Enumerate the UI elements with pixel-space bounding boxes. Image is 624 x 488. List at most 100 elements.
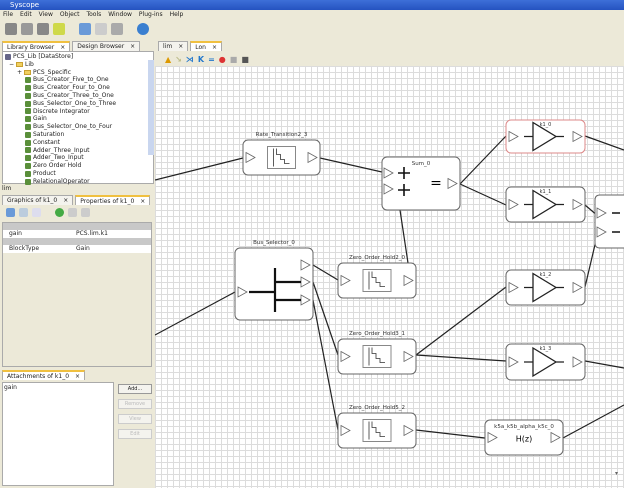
connection[interactable] [319,157,383,173]
block-z2[interactable]: Zero_Order_Hold2_0 [337,255,417,299]
left-tabs: Library Browser × Design Browser × [2,41,141,51]
connection[interactable] [415,286,507,356]
connection[interactable] [312,264,339,281]
add-button[interactable]: Add... [118,384,152,394]
menu-file[interactable]: File [3,10,13,20]
scroll-down-icon[interactable]: ▾ [615,470,618,477]
advanced-icon[interactable] [32,208,41,217]
equal-icon[interactable]: = [208,55,215,64]
tab-lim[interactable]: lim × [158,41,189,51]
block-k1[interactable]: k1_1 [505,186,586,223]
tree-folder[interactable]: + PCS_Specific [5,69,151,77]
tree-item[interactable]: RelationalOperator [5,178,151,186]
block-rt[interactable]: Rate_Transition2_3 [242,132,321,176]
block-sum[interactable]: Sum_0 = [381,156,461,211]
remove-button[interactable]: Remove [118,399,152,409]
categories-icon[interactable] [19,208,28,217]
menu-window[interactable]: Window [108,10,132,20]
close-icon[interactable]: × [212,44,217,51]
block-z5[interactable]: Zero_Order_Hold5_2 [337,405,417,449]
close-icon[interactable]: × [75,373,80,380]
copy-icon[interactable] [95,23,107,35]
menu-object[interactable]: Object [60,10,80,20]
close-icon[interactable]: × [130,43,135,50]
tree-item[interactable]: Constant [5,139,151,147]
tree-item[interactable]: Bus_Selector_One_to_Three [5,100,151,108]
save-icon[interactable] [37,23,49,35]
help-icon[interactable] [137,23,149,35]
connection[interactable] [584,360,624,369]
menu-view[interactable]: View [39,10,53,20]
connection[interactable] [155,291,236,336]
collapse-left-icon[interactable]: K [198,55,204,64]
property-row[interactable]: BlockType Gain [3,245,151,253]
close-icon[interactable]: × [140,198,145,205]
block-partial[interactable] [594,194,624,249]
tree-lib[interactable]: − Lib [5,61,151,69]
paste-icon[interactable] [111,23,123,35]
block-k2[interactable]: k1_2 [505,269,586,306]
connection[interactable] [155,157,244,181]
close-icon[interactable]: × [60,44,65,51]
tree-item[interactable]: Product [5,170,151,178]
diagram-canvas[interactable]: Rate_Transition2_3 Sum_0 = k1_0 k1_1 k1_2 k1_3… [155,66,624,488]
block-k3[interactable]: k1_3 [505,343,586,381]
block-icon[interactable]: ■ [241,55,249,64]
grid-icon[interactable]: ■ [230,55,238,64]
tab-design-browser[interactable]: Design Browser × [72,41,141,51]
collapse-right-icon[interactable]: ⋊ [186,55,194,64]
tab-library-browser[interactable]: Library Browser × [2,41,71,51]
equals-sign: = [430,176,442,192]
tree-label: Adder_Three_Input [33,146,90,154]
tab-lon[interactable]: Lon × [190,41,222,51]
connection[interactable] [459,183,507,206]
block-tf[interactable]: k5a_k5b_alpha_k5c_0 H(z) [484,419,564,456]
tab-graphics[interactable]: Graphics of k1_0 × [2,195,74,205]
close-icon[interactable]: × [178,43,183,50]
connection[interactable] [562,404,624,439]
menu-help[interactable]: Help [170,10,184,20]
edit-button[interactable]: Edit [118,429,152,439]
delete-icon[interactable] [81,208,90,217]
block-z3[interactable]: Zero_Order_Hold3_1 [337,331,417,375]
stop-icon[interactable]: ● [219,55,226,64]
tree-item[interactable]: Zero Order Hold [5,162,151,170]
menu-plugins[interactable]: Plug-ins [139,10,163,20]
block-bs[interactable]: Bus_Selector_0 [234,240,314,321]
close-icon[interactable]: × [63,197,68,204]
tab-attachments[interactable]: Attachments of k1_0 × [2,370,86,380]
tree-item[interactable]: Saturation [5,131,151,139]
connection[interactable] [459,135,507,185]
view-button[interactable]: View [118,414,152,424]
tree-item[interactable]: Bus_Creator_Four_to_One [5,84,151,92]
tree-item[interactable]: Bus_Creator_Three_to_One [5,92,151,100]
filter-icon[interactable] [68,208,77,217]
open-icon[interactable] [53,23,65,35]
cut-icon[interactable] [21,23,33,35]
undo-icon[interactable] [79,23,91,35]
property-row[interactable]: gain PCS.lim.k1 [3,230,151,238]
connection[interactable] [584,135,624,151]
print-icon[interactable] [5,23,17,35]
block-k0[interactable]: k1_0 [505,119,586,154]
add-icon[interactable] [55,208,64,217]
tree-item[interactable]: Gain [5,115,151,123]
tree-scrollbar[interactable] [148,60,154,155]
tree-item[interactable]: Adder_Three_Input [5,147,151,155]
tab-properties[interactable]: Properties of k1_0 × [75,195,151,205]
sort-icon[interactable] [6,208,15,217]
tree-item[interactable]: Bus_Selector_One_to_Four [5,123,151,131]
tree-root[interactable]: PCS_Lib [DataStore] [5,53,151,61]
tree-item[interactable]: Discrete Integrator [5,108,151,116]
tree-item[interactable]: Adder_Two_Input [5,154,151,162]
tree-item[interactable]: Bus_Creator_Five_to_One [5,76,151,84]
pointer-icon[interactable]: ↘ [175,55,182,64]
connection[interactable] [415,429,486,439]
menu-tools[interactable]: Tools [86,10,101,20]
tree-label: Bus_Creator_Three_to_One [33,91,114,99]
select-icon[interactable]: ▲ [165,55,171,64]
connection[interactable] [415,354,507,362]
block-icon [25,155,31,162]
attachment-item[interactable]: gain [4,384,112,391]
menu-edit[interactable]: Edit [20,10,32,20]
